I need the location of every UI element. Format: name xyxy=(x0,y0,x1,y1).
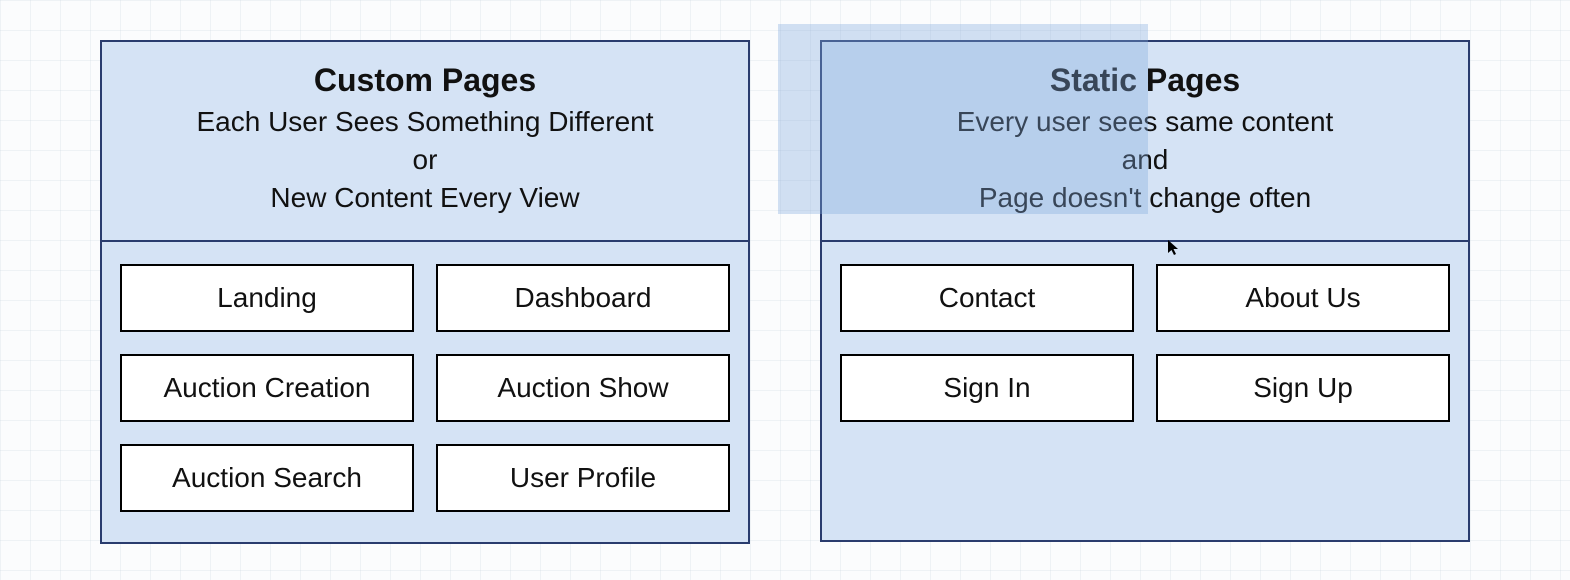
chip-landing: Landing xyxy=(120,264,414,332)
panel-static-header: Static Pages Every user sees same conten… xyxy=(822,42,1468,242)
panel-static-title: Static Pages xyxy=(838,62,1452,99)
panel-custom-pages: Custom Pages Each User Sees Something Di… xyxy=(100,40,750,544)
panel-static-subtitle-line2: and xyxy=(838,141,1452,179)
panel-custom-subtitle-line1: Each User Sees Something Different xyxy=(118,103,732,141)
chip-contact: Contact xyxy=(840,264,1134,332)
panel-static-pages: Static Pages Every user sees same conten… xyxy=(820,40,1470,542)
panel-custom-grid: Landing Dashboard Auction Creation Aucti… xyxy=(120,264,730,512)
chip-about-us: About Us xyxy=(1156,264,1450,332)
chip-auction-show: Auction Show xyxy=(436,354,730,422)
chip-user-profile: User Profile xyxy=(436,444,730,512)
panel-custom-subtitle-line3: New Content Every View xyxy=(118,179,732,217)
panel-static-body: Contact About Us Sign In Sign Up xyxy=(822,242,1468,540)
chip-dashboard: Dashboard xyxy=(436,264,730,332)
chip-auction-creation: Auction Creation xyxy=(120,354,414,422)
chip-auction-search: Auction Search xyxy=(120,444,414,512)
panel-static-grid: Contact About Us Sign In Sign Up xyxy=(840,264,1450,422)
chip-sign-in: Sign In xyxy=(840,354,1134,422)
panel-custom-header: Custom Pages Each User Sees Something Di… xyxy=(102,42,748,242)
panel-static-subtitle-line1: Every user sees same content xyxy=(838,103,1452,141)
chip-sign-up: Sign Up xyxy=(1156,354,1450,422)
panel-custom-body: Landing Dashboard Auction Creation Aucti… xyxy=(102,242,748,542)
panel-custom-title: Custom Pages xyxy=(118,62,732,99)
panel-custom-subtitle-line2: or xyxy=(118,141,732,179)
panel-static-subtitle-line3: Page doesn't change often xyxy=(838,179,1452,217)
